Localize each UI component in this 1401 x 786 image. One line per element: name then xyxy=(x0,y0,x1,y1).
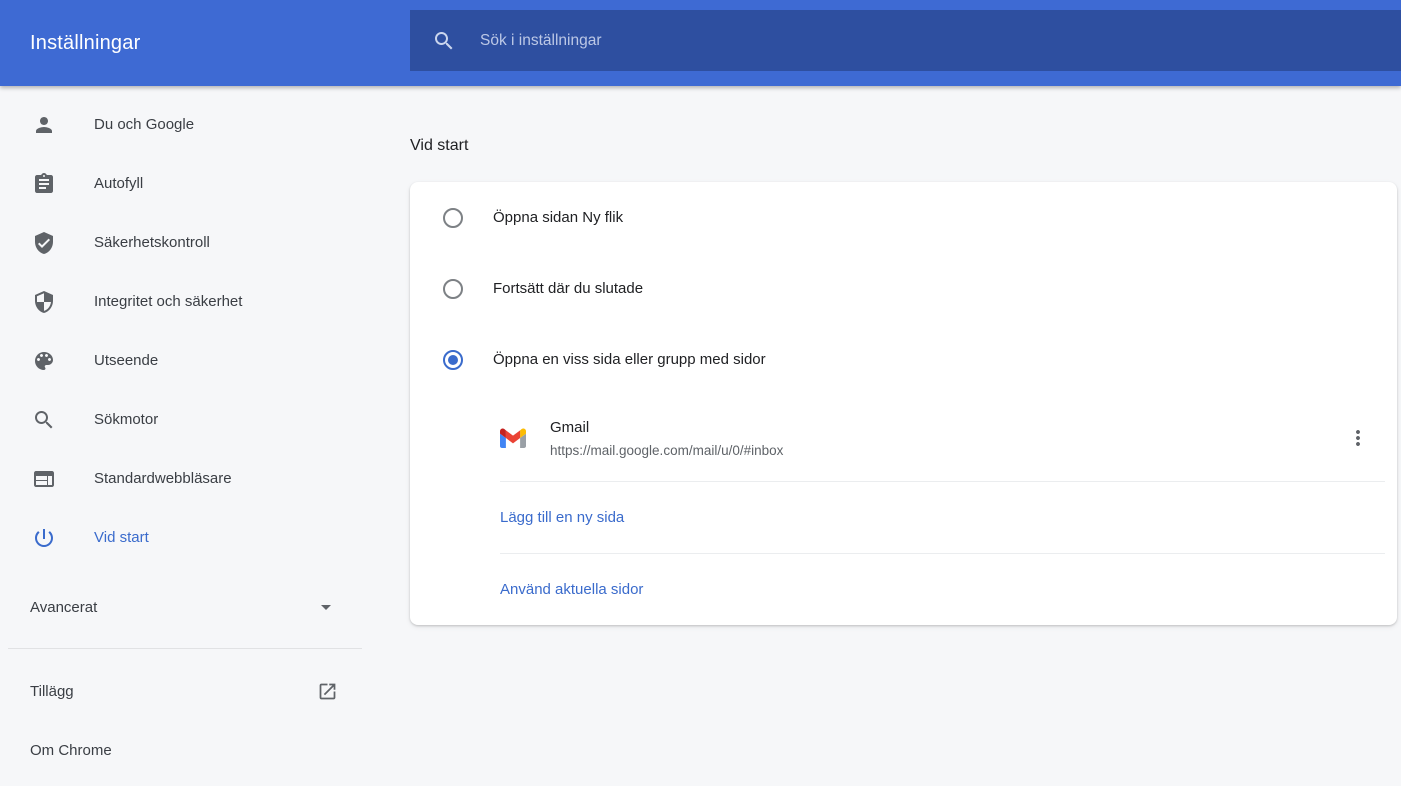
startup-page-url: https://mail.google.com/mail/u/0/#inbox xyxy=(550,443,783,458)
startup-page-row: Gmail https://mail.google.com/mail/u/0/#… xyxy=(410,395,1397,481)
option-open-specific-pages[interactable]: Öppna en viss sida eller grupp med sidor xyxy=(410,324,1397,395)
sidebar-item-label: Du och Google xyxy=(94,116,194,133)
sidebar-item-about-chrome[interactable]: Om Chrome xyxy=(0,722,362,778)
page-title: Inställningar xyxy=(30,32,140,55)
sidebar-item-label: Integritet och säkerhet xyxy=(94,293,242,310)
sidebar-item-safety-check[interactable]: Säkerhetskontroll xyxy=(0,213,410,272)
top-bar: Inställningar xyxy=(0,0,1401,86)
shield-check-icon xyxy=(32,231,56,255)
sidebar-item-label: Utseende xyxy=(94,352,158,369)
advanced-label: Avancerat xyxy=(30,599,97,616)
settings-sidebar: Du och Google Autofyll Säkerhetskontroll… xyxy=(0,86,410,786)
radio-selected-icon[interactable] xyxy=(443,350,463,370)
gmail-icon xyxy=(500,428,526,448)
startup-page-info: Gmail https://mail.google.com/mail/u/0/#… xyxy=(550,419,783,458)
search-icon xyxy=(432,29,456,53)
startup-page-title: Gmail xyxy=(550,419,783,436)
more-actions-icon[interactable] xyxy=(1346,426,1370,450)
sidebar-item-on-startup[interactable]: Vid start xyxy=(0,508,410,567)
radio-unselected-icon[interactable] xyxy=(443,279,463,299)
sidebar-item-label: Sökmotor xyxy=(94,411,158,428)
option-continue-where-left-off[interactable]: Fortsätt där du slutade xyxy=(410,253,1397,324)
sidebar-item-extensions[interactable]: Tillägg xyxy=(0,663,362,719)
sidebar-item-label: Säkerhetskontroll xyxy=(94,234,210,251)
section-title: Vid start xyxy=(410,136,1401,156)
search-input[interactable] xyxy=(478,31,1401,51)
palette-icon xyxy=(32,349,56,373)
sidebar-item-label: Autofyll xyxy=(94,175,143,192)
power-icon xyxy=(32,526,56,550)
sidebar-item-label: Vid start xyxy=(94,529,149,546)
settings-search-box[interactable] xyxy=(410,10,1401,71)
sidebar-item-label: Standardwebbläsare xyxy=(94,470,232,487)
sidebar-item-you-and-google[interactable]: Du och Google xyxy=(0,95,410,154)
browser-window-icon xyxy=(32,467,56,491)
on-startup-card: Öppna sidan Ny flik Fortsätt där du slut… xyxy=(410,182,1397,625)
magnifier-icon xyxy=(32,408,56,432)
sidebar-divider xyxy=(8,648,362,649)
sidebar-item-advanced[interactable]: Avancerat xyxy=(0,587,362,627)
sidebar-item-appearance[interactable]: Utseende xyxy=(0,331,410,390)
shield-half-icon xyxy=(32,290,56,314)
extensions-label: Tillägg xyxy=(30,683,74,700)
sidebar-item-autofill[interactable]: Autofyll xyxy=(0,154,410,213)
use-current-pages-row[interactable]: Använd aktuella sidor xyxy=(410,554,1397,625)
clipboard-icon xyxy=(32,172,56,196)
about-label: Om Chrome xyxy=(30,742,112,759)
radio-unselected-icon[interactable] xyxy=(443,208,463,228)
use-current-pages-link[interactable]: Använd aktuella sidor xyxy=(500,581,643,598)
sidebar-item-search-engine[interactable]: Sökmotor xyxy=(0,390,410,449)
person-icon xyxy=(32,113,56,137)
sidebar-item-default-browser[interactable]: Standardwebbläsare xyxy=(0,449,410,508)
add-new-page-row[interactable]: Lägg till en ny sida xyxy=(410,482,1397,553)
sidebar-item-privacy-security[interactable]: Integritet och säkerhet xyxy=(0,272,410,331)
main-content: Vid start Öppna sidan Ny flik Fortsätt d… xyxy=(410,86,1401,786)
option-open-new-tab[interactable]: Öppna sidan Ny flik xyxy=(410,182,1397,253)
chevron-down-icon xyxy=(314,595,338,619)
open-in-new-icon xyxy=(317,681,338,702)
add-new-page-link[interactable]: Lägg till en ny sida xyxy=(500,509,624,526)
